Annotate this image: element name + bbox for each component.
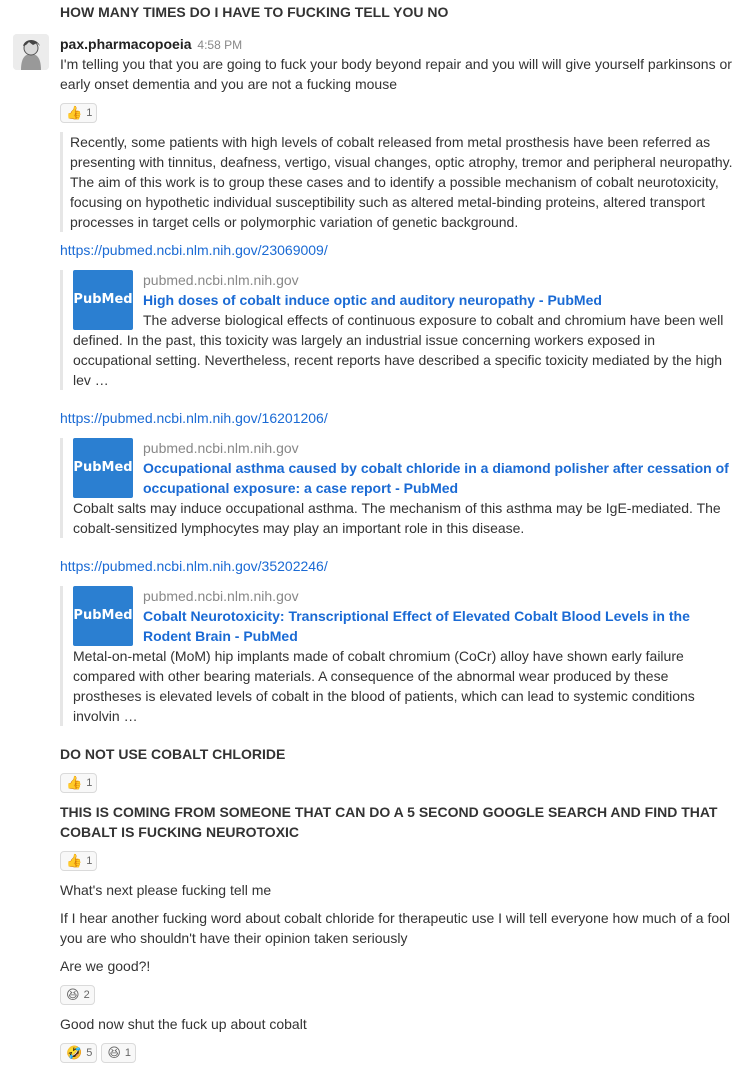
reactions: 👍 1 [60,103,98,123]
laughing-icon: 😆 [107,1045,121,1060]
reaction-thumbs-up[interactable]: 👍 1 [60,851,98,871]
embed-description: The adverse biological effects of contin… [73,312,724,388]
user-avatar-icon [13,34,49,70]
pubmed-logo-icon[interactable]: PubMed [73,270,133,330]
message-text: Good now shut the fuck up about cobalt [60,1016,307,1032]
message-text: If I hear another fucking word about cob… [60,910,731,946]
reaction-count: 1 [86,777,93,789]
link[interactable]: https://pubmed.ncbi.nlm.nih.gov/23069009… [60,242,328,258]
link[interactable]: https://pubmed.ncbi.nlm.nih.gov/16201206… [60,410,328,426]
reaction-rofl[interactable]: 🤣 5 [60,1043,98,1063]
message-text: THIS IS COMING FROM SOMEONE THAT CAN DO … [60,804,718,840]
link-embed: PubMed pubmed.ncbi.nlm.nih.gov High dose… [60,270,737,390]
message-text: Are we good?! [60,958,151,974]
link-embed: PubMed pubmed.ncbi.nlm.nih.gov Occupatio… [60,438,737,538]
reaction-laughing[interactable]: 😆 1 [101,1043,136,1063]
message-text: What's next please fucking tell me [60,882,272,898]
message-text: HOW MANY TIMES DO I HAVE TO FUCKING TELL… [60,4,449,20]
reaction-count: 1 [86,107,93,119]
reaction-laughing[interactable]: 😆 2 [60,985,95,1005]
reaction-count: 2 [83,989,90,1001]
pubmed-logo-icon[interactable]: PubMed [73,438,133,498]
embed-site: pubmed.ncbi.nlm.nih.gov [143,440,299,456]
reaction-count: 1 [124,1047,131,1059]
link[interactable]: https://pubmed.ncbi.nlm.nih.gov/35202246… [60,558,328,574]
thumbs-up-icon: 👍 [66,105,83,120]
timestamp[interactable]: 4:58 PM [197,38,242,52]
thumbs-up-icon: 👍 [66,775,83,790]
quote-text: Recently, some patients with high levels… [70,134,733,230]
reaction-count: 5 [86,1047,93,1059]
reactions: 😆 2 [60,985,95,1005]
embed-description: Cobalt salts may induce occupational ast… [73,500,721,536]
pubmed-logo-icon[interactable]: PubMed [73,586,133,646]
embed-site: pubmed.ncbi.nlm.nih.gov [143,588,299,604]
embed-title[interactable]: Cobalt Neurotoxicity: Transcriptional Ef… [73,606,737,646]
link-embed: PubMed pubmed.ncbi.nlm.nih.gov Cobalt Ne… [60,586,737,726]
message-text: DO NOT USE COBALT CHLORIDE [60,746,286,762]
message-header: pax.pharmacopoeia 4:58 PM [60,34,242,55]
avatar[interactable] [13,34,49,70]
thumbs-up-icon: 👍 [66,853,83,868]
laughing-icon: 😆 [66,987,80,1002]
rofl-icon: 🤣 [66,1045,83,1060]
embed-title[interactable]: Occupational asthma caused by cobalt chl… [73,458,737,498]
message-text: I'm telling you that you are going to fu… [60,56,732,92]
reaction-thumbs-up[interactable]: 👍 1 [60,103,98,123]
quote-block: Recently, some patients with high levels… [60,132,737,232]
embed-description: Metal-on-metal (MoM) hip implants made o… [73,648,695,724]
embed-site: pubmed.ncbi.nlm.nih.gov [143,272,299,288]
reaction-thumbs-up[interactable]: 👍 1 [60,773,98,793]
author-name[interactable]: pax.pharmacopoeia [60,36,192,52]
reactions: 🤣 5 😆 1 [60,1043,136,1063]
reaction-count: 1 [86,855,93,867]
embed-title[interactable]: High doses of cobalt induce optic and au… [73,290,737,310]
reactions: 👍 1 [60,773,98,793]
reactions: 👍 1 [60,851,98,871]
